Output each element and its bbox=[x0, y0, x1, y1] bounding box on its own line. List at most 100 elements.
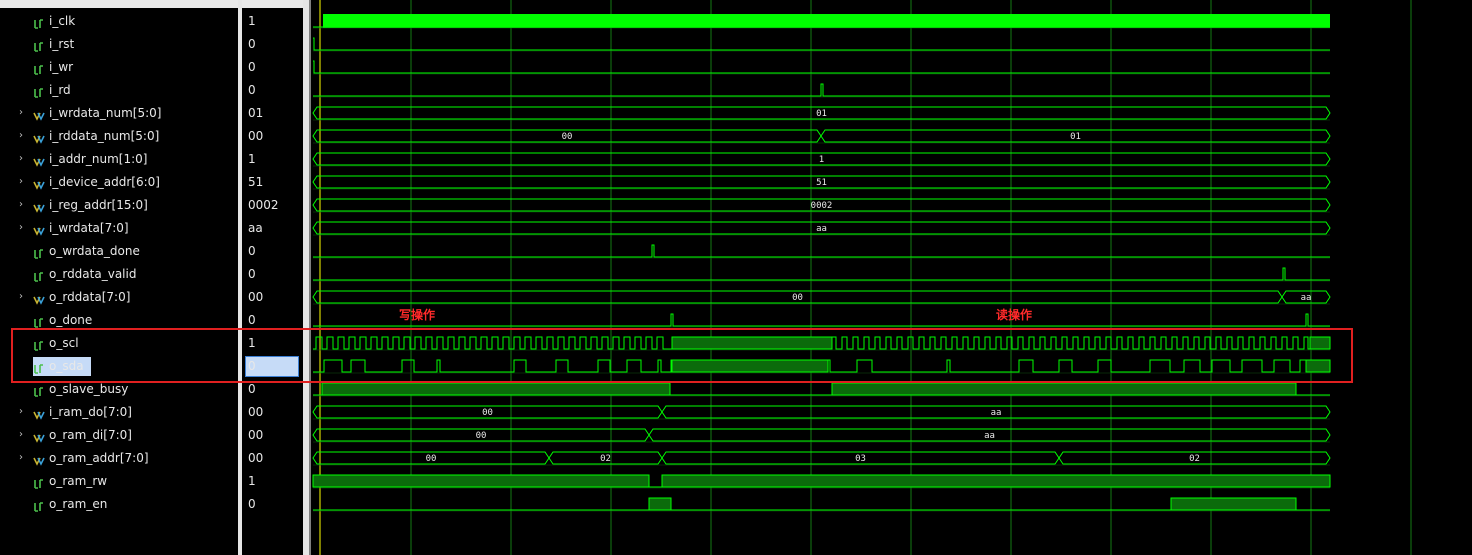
bus-value-label: 1 bbox=[819, 155, 824, 165]
bus-value-label: 03 bbox=[855, 454, 866, 464]
bus-signal-icon bbox=[33, 222, 45, 236]
signal-name: o_ram_di[7:0] bbox=[49, 428, 132, 442]
signal-row-i_wr[interactable]: i_wr bbox=[0, 56, 238, 79]
bit-waveform bbox=[313, 244, 1330, 258]
name-panel-header bbox=[0, 0, 238, 8]
signal-value-i_rddata_num: 00 bbox=[248, 129, 264, 143]
chevron-right-icon[interactable]: › bbox=[19, 406, 27, 418]
chevron-right-icon[interactable]: › bbox=[19, 176, 27, 188]
bit-signal-icon bbox=[33, 383, 45, 397]
signal-name: i_rst bbox=[49, 37, 75, 51]
bus-signal-icon bbox=[33, 107, 45, 121]
waveform-canvas[interactable]: 0100 011510002aa00 aa00 aa00 aa00 02 03 02 bbox=[309, 0, 1472, 555]
signal-value-i_rst: 0 bbox=[248, 37, 256, 51]
bit-signal-icon bbox=[33, 38, 45, 52]
signal-row-i_wrdata_num[interactable]: › i_wrdata_num[5:0] bbox=[0, 102, 238, 125]
bus-signal-icon bbox=[33, 429, 45, 443]
signal-value-o_ram_addr: 00 bbox=[248, 451, 264, 465]
signal-name: i_rd bbox=[49, 83, 71, 97]
signal-value-o_rddata: 00 bbox=[248, 290, 264, 304]
signal-value-i_addr_num: 1 bbox=[248, 152, 256, 166]
bus-signal-icon bbox=[33, 130, 45, 144]
signal-row-i_device_addr[interactable]: › i_device_addr[6:0] bbox=[0, 171, 238, 194]
signal-name: o_rddata[7:0] bbox=[49, 290, 131, 304]
signal-value-o_ram_en: 0 bbox=[248, 497, 256, 511]
signal-row-o_ram_rw[interactable]: o_ram_rw bbox=[0, 470, 238, 493]
signal-row-i_rst[interactable]: i_rst bbox=[0, 33, 238, 56]
signal-name: i_rddata_num[5:0] bbox=[49, 129, 160, 143]
value-panel-header bbox=[242, 0, 303, 8]
signal-value-i_ram_do: 00 bbox=[248, 405, 264, 419]
signal-value-i_rd: 0 bbox=[248, 83, 256, 97]
signal-name: i_wrdata[7:0] bbox=[49, 221, 129, 235]
signal-value-i_wrdata_num: 01 bbox=[248, 106, 264, 120]
signal-row-i_rddata_num[interactable]: › i_rddata_num[5:0] bbox=[0, 125, 238, 148]
bus-value-label: 00 bbox=[476, 431, 487, 441]
chevron-right-icon[interactable]: › bbox=[19, 452, 27, 464]
signal-name: o_wrdata_done bbox=[49, 244, 140, 258]
bus-signal-icon bbox=[33, 452, 45, 466]
signal-row-i_addr_num[interactable]: › i_addr_num[1:0] bbox=[0, 148, 238, 171]
dense-activity-block bbox=[1170, 497, 1297, 511]
signal-name: o_done bbox=[49, 313, 93, 327]
signal-name: i_wr bbox=[49, 60, 74, 74]
bus-value-label: 51 bbox=[816, 178, 827, 188]
bit-signal-icon bbox=[33, 61, 45, 75]
signal-row-i_reg_addr[interactable]: › i_reg_addr[15:0] bbox=[0, 194, 238, 217]
bus-signal-icon bbox=[33, 199, 45, 213]
bus-value-label: 0002 bbox=[811, 201, 833, 211]
bus-value-label: 01 bbox=[1070, 132, 1081, 142]
bit-waveform bbox=[313, 267, 1330, 281]
signal-row-o_ram_en[interactable]: o_ram_en bbox=[0, 493, 238, 516]
annotation-highlight-box bbox=[11, 328, 1353, 383]
bus-signal-icon bbox=[33, 153, 45, 167]
read-operation-annotation: 读操作 bbox=[996, 308, 1033, 322]
bit-waveform bbox=[313, 60, 1330, 74]
signal-row-o_ram_di[interactable]: › o_ram_di[7:0] bbox=[0, 424, 238, 447]
chevron-right-icon[interactable]: › bbox=[19, 222, 27, 234]
bus-value-label: 00 bbox=[562, 132, 573, 142]
bus-value-label: aa bbox=[816, 224, 827, 234]
signal-value-o_slave_busy: 0 bbox=[248, 382, 256, 396]
signal-row-o_rddata[interactable]: › o_rddata[7:0] bbox=[0, 286, 238, 309]
bus-value-label: 00 bbox=[426, 454, 437, 464]
signal-value-i_wrdata: aa bbox=[248, 221, 263, 235]
chevron-right-icon[interactable]: › bbox=[19, 199, 27, 211]
bit-signal-icon bbox=[33, 15, 45, 29]
bus-signal-icon bbox=[33, 291, 45, 305]
bit-waveform bbox=[313, 313, 1330, 327]
bus-value-label: 00 bbox=[792, 293, 803, 303]
bit-signal-icon bbox=[33, 498, 45, 512]
signal-value-o_ram_di: 00 bbox=[248, 428, 264, 442]
signal-row-i_ram_do[interactable]: › i_ram_do[7:0] bbox=[0, 401, 238, 424]
signal-name: o_slave_busy bbox=[49, 382, 129, 396]
bit-signal-icon bbox=[33, 475, 45, 489]
chevron-right-icon[interactable]: › bbox=[19, 107, 27, 119]
signal-row-i_rd[interactable]: i_rd bbox=[0, 79, 238, 102]
chevron-right-icon[interactable]: › bbox=[19, 429, 27, 441]
signal-name: i_reg_addr[15:0] bbox=[49, 198, 148, 212]
signal-value-i_device_addr: 51 bbox=[248, 175, 264, 189]
bus-signal-icon bbox=[33, 406, 45, 420]
signal-name: o_ram_addr[7:0] bbox=[49, 451, 149, 465]
signal-row-i_wrdata[interactable]: › i_wrdata[7:0] bbox=[0, 217, 238, 240]
dense-activity-block bbox=[312, 474, 650, 488]
signal-row-o_wrdata_done[interactable]: o_wrdata_done bbox=[0, 240, 238, 263]
chevron-right-icon[interactable]: › bbox=[19, 153, 27, 165]
signal-name: o_ram_en bbox=[49, 497, 108, 511]
signal-value-i_wr: 0 bbox=[248, 60, 256, 74]
dense-activity-block bbox=[831, 382, 1297, 396]
chevron-right-icon[interactable]: › bbox=[19, 130, 27, 142]
signal-name: i_wrdata_num[5:0] bbox=[49, 106, 162, 120]
bit-signal-icon bbox=[33, 84, 45, 98]
signal-row-o_ram_addr[interactable]: › o_ram_addr[7:0] bbox=[0, 447, 238, 470]
signal-value-o_rddata_valid: 0 bbox=[248, 267, 256, 281]
signal-name: i_ram_do[7:0] bbox=[49, 405, 132, 419]
dense-activity-block bbox=[648, 497, 672, 511]
chevron-right-icon[interactable]: › bbox=[19, 291, 27, 303]
signal-row-o_rddata_valid[interactable]: o_rddata_valid bbox=[0, 263, 238, 286]
signal-name: o_rddata_valid bbox=[49, 267, 137, 281]
bus-value-label: 01 bbox=[816, 109, 827, 119]
signal-row-i_clk[interactable]: i_clk bbox=[0, 10, 238, 33]
signal-value-o_sda: 0 bbox=[248, 359, 256, 373]
